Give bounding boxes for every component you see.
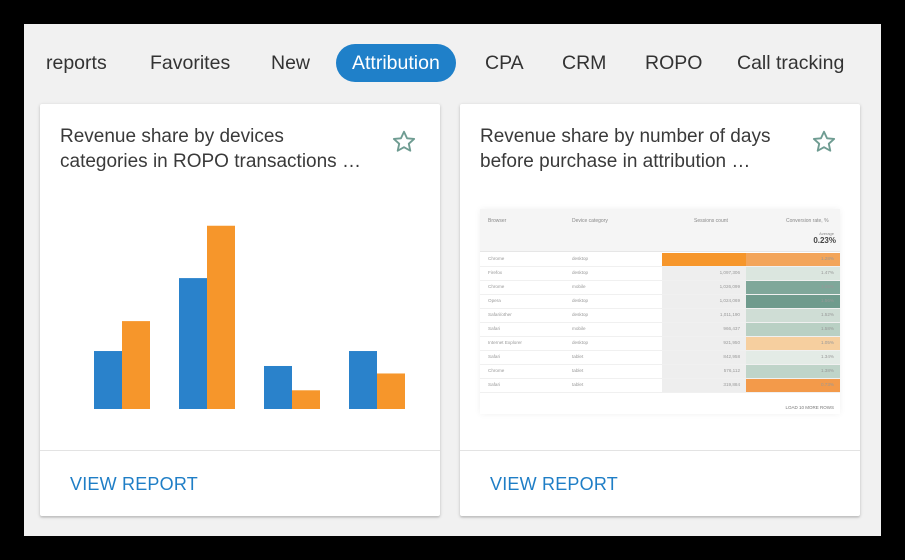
table-row: Firefox desktop 1,097,306 1.47% — [480, 267, 840, 281]
chart-bar — [292, 390, 320, 409]
table-cell: mobile — [572, 284, 586, 289]
table-cell: 1,026,099 — [719, 284, 740, 289]
tab-ropo[interactable]: ROPO — [645, 44, 702, 82]
table-row: Chrome tablet 576,112 1.38% — [480, 365, 840, 379]
table-cell: 1.38% — [820, 368, 834, 373]
table-cell: 921,950 — [723, 340, 740, 345]
load-more-link: LOAD 10 MORE ROWS — [785, 405, 834, 410]
tab-attribution[interactable]: Attribution — [336, 44, 456, 82]
table-cell: tablet — [572, 354, 584, 359]
table-cell: Chrome — [488, 256, 505, 261]
table-cell: 1,011,190 — [719, 312, 740, 317]
report-card-days: Revenue share by number of days before p… — [460, 104, 860, 516]
table-row: Safari/other desktop 1,011,190 1.52% — [480, 309, 840, 323]
table-row: Internet Explorer desktop 921,950 1.05% — [480, 337, 840, 351]
chart-bar — [349, 351, 377, 409]
card-title: Revenue share by number of days before p… — [480, 126, 771, 172]
table-cell: 1.34% — [820, 354, 834, 359]
table-cell: 1.28% — [820, 256, 834, 261]
table-cell: 1,024,069 — [719, 298, 740, 303]
tab-favorites[interactable]: Favorites — [150, 44, 230, 82]
table-cell: 1.55% — [820, 284, 834, 289]
star-outline-icon[interactable] — [810, 128, 838, 156]
chart-bar — [122, 321, 150, 409]
table-cell: 1,097,306 — [719, 270, 740, 275]
report-preview-table: Browser Device category Sessions count C… — [480, 209, 840, 414]
chart-bar — [94, 351, 122, 409]
table-cell: desktop — [572, 340, 589, 345]
table-cell: 0.73% — [820, 382, 834, 387]
table-row: Opera desktop 1,024,069 1.56% — [480, 295, 840, 309]
table-cell: Safari — [488, 354, 501, 359]
column-header: Conversion rate, % — [786, 218, 829, 224]
table-cell: Firefox — [488, 270, 503, 275]
chart-bar — [264, 365, 292, 409]
table-cell: 576,112 — [723, 368, 740, 373]
table-cell: 966,437 — [723, 326, 740, 331]
table-row: Safari tablet 319,884 0.73% — [480, 379, 840, 393]
table-row: Safari mobile 966,437 1.58% — [480, 323, 840, 337]
tab-call-tracking[interactable]: Call tracking — [737, 44, 844, 82]
table-cell: 1.56% — [820, 298, 834, 303]
table-header: Browser Device category Sessions count C… — [480, 209, 840, 252]
column-header: Device category — [572, 218, 608, 224]
table-row: Chrome desktop 1.28% — [480, 253, 840, 267]
table-cell: 1.05% — [820, 340, 834, 345]
table-cell: 1.58% — [820, 326, 834, 331]
table-cell: tablet — [572, 382, 584, 387]
table-cell: mobile — [572, 326, 586, 331]
table-cell: 1.47% — [820, 270, 834, 275]
column-header: Browser — [488, 218, 507, 224]
tab-cpa[interactable]: CPA — [485, 44, 524, 82]
card-divider — [460, 450, 860, 451]
card-divider — [40, 450, 440, 451]
table-cell: Safari — [488, 382, 501, 387]
table-cell: Internet Explorer — [488, 340, 522, 345]
table-cell: desktop — [572, 298, 589, 303]
report-category-tabs: reports Favorites New Attribution CPA CR… — [24, 24, 881, 104]
chart-bar — [207, 225, 235, 409]
table-cell: 842,958 — [723, 354, 740, 359]
chart-bar — [377, 373, 405, 409]
sessions-heat-cell — [662, 253, 746, 266]
table-row: Chrome mobile 1,026,099 1.55% — [480, 281, 840, 295]
view-report-button[interactable]: VIEW REPORT — [70, 474, 198, 495]
revenue-share-bar-chart — [94, 225, 405, 409]
table-cell: Safari — [488, 326, 501, 331]
chart-bar — [179, 278, 207, 409]
table-cell: Chrome — [488, 284, 505, 289]
tab-crm[interactable]: CRM — [562, 44, 606, 82]
table-cell: desktop — [572, 312, 589, 317]
view-report-button[interactable]: VIEW REPORT — [490, 474, 618, 495]
table-cell: Opera — [488, 298, 501, 303]
table-cell: desktop — [572, 256, 589, 261]
table-cell: Safari/other — [488, 312, 512, 317]
tab-reports[interactable]: reports — [46, 44, 107, 82]
table-cell: 319,884 — [723, 382, 740, 387]
report-card-devices: Revenue share by devices categories in R… — [40, 104, 440, 516]
table-cell: desktop — [572, 270, 589, 275]
table-row: Safari tablet 842,958 1.34% — [480, 351, 840, 365]
table-cell: Chrome — [488, 368, 505, 373]
reports-panel: reports Favorites New Attribution CPA CR… — [24, 24, 881, 536]
table-cell: 1.52% — [820, 312, 834, 317]
column-header: Sessions count — [694, 218, 728, 224]
average-value: 0.23% — [813, 236, 836, 245]
tab-new[interactable]: New — [271, 44, 310, 82]
table-cell: tablet — [572, 368, 584, 373]
